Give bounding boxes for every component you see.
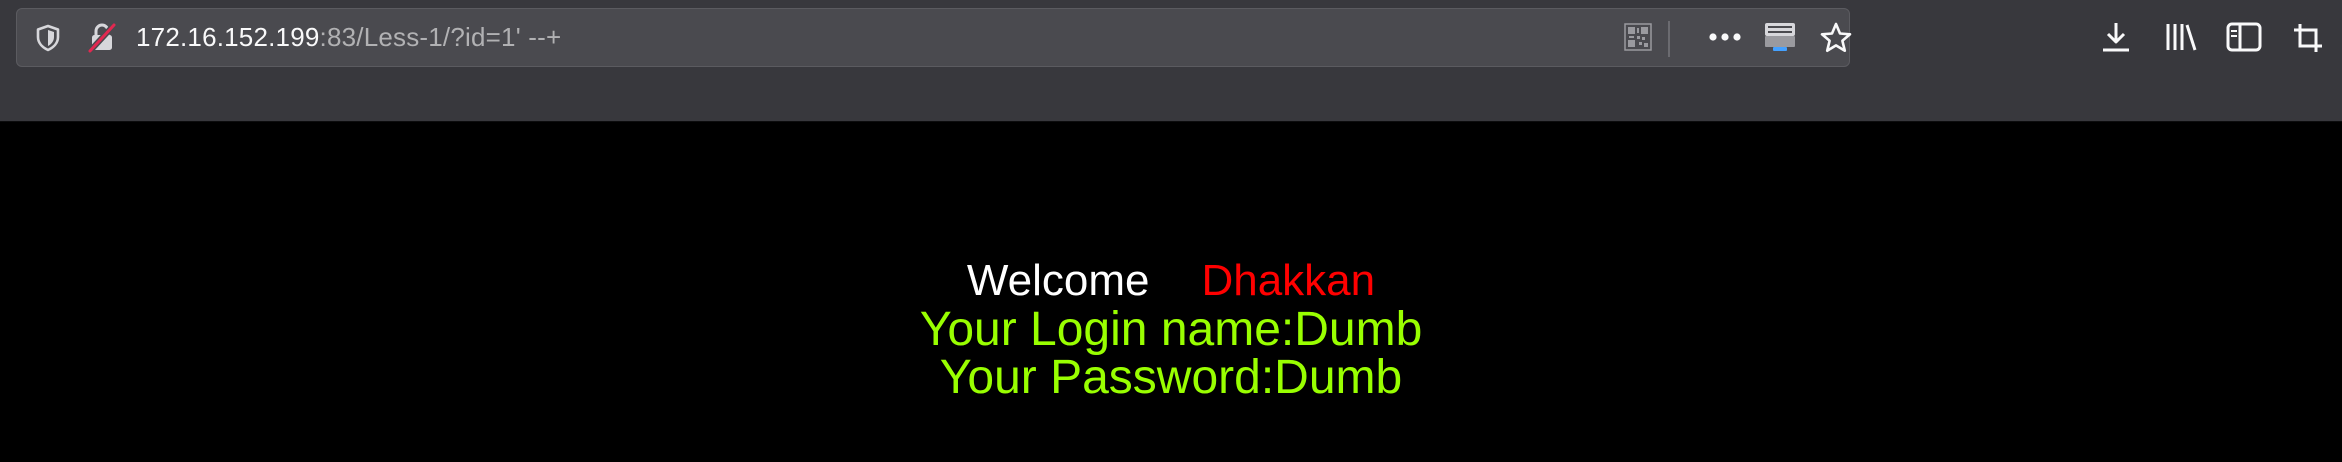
page-content: Welcome Dhakkan Your Login name:Dumb Your… — [0, 122, 2342, 462]
url-path: :83/Less-1/?id=1' --+ — [319, 22, 562, 52]
password-text: Your Password:Dumb — [939, 351, 1403, 404]
welcome-line: Welcome Dhakkan — [0, 256, 2342, 306]
url-host: 172.16.152.199 — [136, 22, 320, 52]
qr-code-icon[interactable] — [1623, 22, 1653, 52]
browser-toolbar: 172.16.152.199:83/Less-1/?id=1' --+ — [0, 0, 2342, 122]
login-name-text: Your Login name:Dumb — [919, 303, 1423, 356]
sidebar-icon[interactable] — [2226, 22, 2262, 52]
save-to-pocket-icon[interactable] — [1763, 21, 1797, 53]
download-icon[interactable] — [2100, 20, 2132, 54]
shield-icon[interactable] — [33, 23, 63, 53]
more-horizontal-icon[interactable] — [1707, 31, 1743, 43]
url-text[interactable]: 172.16.152.199:83/Less-1/?id=1' --+ — [136, 9, 561, 66]
insecure-lock-icon[interactable] — [87, 22, 117, 54]
address-bar[interactable]: 172.16.152.199:83/Less-1/?id=1' --+ — [16, 8, 1853, 67]
username-text: Dhakkan — [1201, 256, 1376, 305]
welcome-text: Welcome — [966, 256, 1150, 305]
screenshot-crop-icon[interactable] — [2292, 22, 2324, 54]
urlbar-separator — [1668, 21, 1670, 57]
library-icon[interactable] — [2164, 20, 2198, 54]
star-icon[interactable] — [1819, 21, 1853, 55]
